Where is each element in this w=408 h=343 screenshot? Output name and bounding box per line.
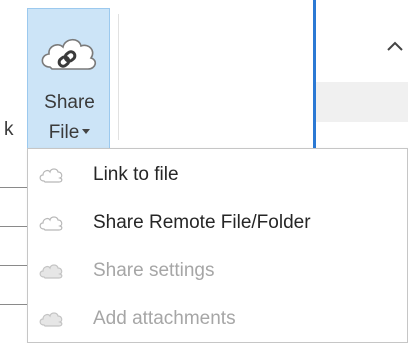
- accent-divider: [313, 0, 316, 150]
- cloud-icon: [39, 216, 63, 231]
- cloud-share-icon: [41, 38, 97, 70]
- background-line: [0, 226, 27, 227]
- menu-item-label: Add attachments: [93, 308, 236, 329]
- cloud-icon: [39, 168, 63, 183]
- menu-item-link-to-file[interactable]: Link to file: [28, 151, 406, 199]
- menu-item-label: Link to file: [93, 164, 179, 185]
- cloud-icon: [39, 264, 63, 279]
- share-file-dropdown-menu: Link to file Share Remote File/Folder Sh…: [27, 148, 408, 343]
- menu-item-label: Share Remote File/Folder: [93, 212, 311, 233]
- menu-item-label: Share settings: [93, 260, 215, 281]
- share-file-label-line1: Share: [44, 92, 95, 113]
- background-line: [0, 304, 27, 305]
- app-window: k Share File Link to file Share Remote F…: [0, 0, 408, 343]
- share-file-label-line2: File: [28, 122, 111, 144]
- ribbon-partial-label[interactable]: k: [4, 119, 14, 141]
- ribbon-divider: [118, 14, 119, 140]
- background-line: [0, 265, 27, 266]
- menu-item-share-settings: Share settings: [28, 247, 406, 295]
- menu-item-share-remote[interactable]: Share Remote File/Folder: [28, 199, 406, 247]
- dropdown-caret-icon: [82, 129, 91, 135]
- background-line: [0, 187, 27, 188]
- share-file-label-text: File: [48, 122, 80, 143]
- cloud-icon: [39, 312, 63, 327]
- menu-item-add-attachments: Add attachments: [28, 295, 406, 343]
- background-band: [316, 82, 408, 122]
- share-file-button[interactable]: Share File: [27, 8, 110, 150]
- chevron-up-icon[interactable]: [382, 34, 408, 58]
